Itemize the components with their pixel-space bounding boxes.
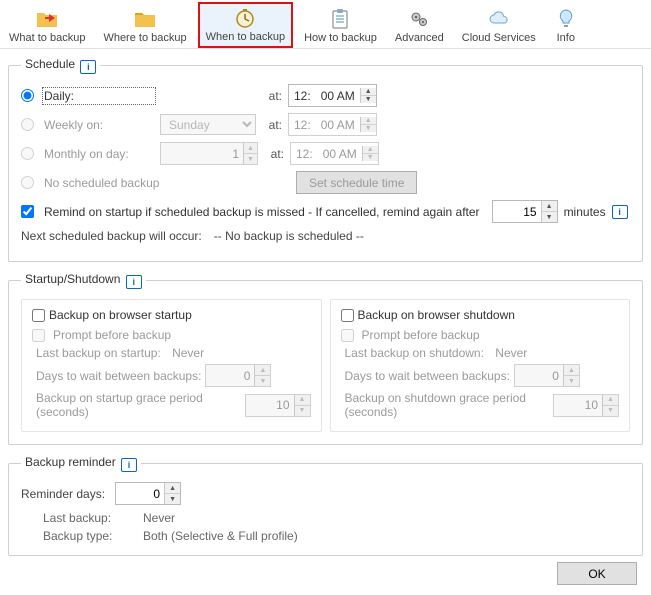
remind-checkbox[interactable] [21, 205, 34, 218]
tab-advanced[interactable]: Advanced [388, 4, 451, 48]
reminder-days-row: Reminder days: ▲▼ [21, 482, 630, 505]
tab-what-to-backup[interactable]: What to backup [2, 4, 92, 48]
reminder-last-key: Last backup: [43, 511, 143, 525]
tab-info[interactable]: Info [547, 4, 585, 48]
tab-label: Info [557, 32, 575, 44]
tab-how-to-backup[interactable]: How to backup [297, 4, 384, 48]
schedule-legend: Schedule [21, 57, 100, 74]
reminder-last-value: Never [143, 511, 630, 525]
shutdown-grace-key: Backup on shutdown grace period (seconds… [345, 391, 550, 419]
next-backup-row: Next scheduled backup will occur: -- No … [21, 229, 630, 243]
monthly-radio[interactable] [21, 147, 34, 160]
time-spinner: ▲▼ [360, 117, 376, 132]
none-radio[interactable] [21, 176, 34, 189]
reminder-days-input[interactable]: ▲▼ [115, 482, 181, 505]
schedule-daily-row: Daily: at: 12:00 AM ▲▼ [21, 84, 630, 107]
shutdown-last-value: Never [495, 346, 527, 360]
tab-where-to-backup[interactable]: Where to backup [96, 4, 193, 48]
cloud-icon [487, 7, 511, 31]
weekly-day-select[interactable]: Sunday [160, 114, 256, 135]
reminder-type-value: Both (Selective & Full profile) [143, 529, 630, 543]
schedule-weekly-row: Weekly on: Sunday at: 12:00 AM ▲▼ [21, 113, 630, 136]
tab-label: Cloud Services [462, 32, 536, 44]
minutes-label: minutes [564, 205, 606, 219]
startup-shutdown-group: Startup/Shutdown Backup on browser start… [8, 272, 643, 445]
remind-row: Remind on startup if scheduled backup is… [21, 200, 630, 223]
tab-label: What to backup [9, 32, 85, 44]
startup-pane: Backup on browser startup Prompt before … [21, 299, 322, 432]
monthly-time-input: 12:00 AM ▲▼ [290, 142, 379, 165]
tab-label: Where to backup [103, 32, 186, 44]
backup-on-startup-checkbox[interactable] [32, 309, 45, 322]
daily-time-input[interactable]: 12:00 AM ▲▼ [288, 84, 377, 107]
time-spinner[interactable]: ▲▼ [360, 88, 376, 103]
startup-prompt-label: Prompt before backup [53, 328, 171, 342]
backup-on-shutdown-checkbox[interactable] [341, 309, 354, 322]
folder-icon [133, 7, 157, 31]
schedule-none-row: No scheduled backup Set schedule time [21, 171, 630, 194]
startup-last-value: Never [172, 346, 204, 360]
next-backup-label: Next scheduled backup will occur: [21, 229, 202, 243]
shutdown-prompt-label: Prompt before backup [362, 328, 480, 342]
tab-label: Advanced [395, 32, 444, 44]
startup-prompt-checkbox [32, 329, 45, 342]
at-label: at: [262, 89, 282, 103]
clock-icon [233, 6, 257, 30]
tab-label: When to backup [206, 31, 286, 43]
schedule-group: Schedule Daily: at: 12:00 AM ▲▼ Weekly o… [8, 57, 643, 262]
none-label[interactable]: No scheduled backup [44, 176, 254, 190]
shutdown-last-key: Last backup on shutdown: [345, 346, 484, 360]
next-backup-value: -- No backup is scheduled -- [214, 229, 364, 243]
help-icon[interactable] [612, 205, 628, 219]
tab-cloud-services[interactable]: Cloud Services [455, 4, 543, 48]
shutdown-pane: Backup on browser shutdown Prompt before… [330, 299, 631, 432]
monthly-label[interactable]: Monthly on day: [44, 147, 154, 161]
help-icon[interactable] [121, 458, 137, 472]
at-label: at: [264, 147, 284, 161]
shutdown-prompt-checkbox [341, 329, 354, 342]
set-schedule-time-button[interactable]: Set schedule time [296, 171, 417, 194]
at-label: at: [262, 118, 282, 132]
remind-minutes-input[interactable]: ▲▼ [492, 200, 558, 223]
weekly-time-input: 12:00 AM ▲▼ [288, 113, 377, 136]
help-icon[interactable] [80, 60, 96, 74]
weekly-radio[interactable] [21, 118, 34, 131]
startup-grace-key: Backup on startup grace period (seconds) [36, 391, 241, 419]
schedule-monthly-row: Monthly on day: ▲▼ at: 12:00 AM ▲▼ [21, 142, 630, 165]
folder-export-icon [35, 7, 59, 31]
tab-label: How to backup [304, 32, 377, 44]
ok-button[interactable]: OK [557, 562, 637, 585]
startup-days-input: ▲▼ [205, 364, 271, 387]
shutdown-days-key: Days to wait between backups: [345, 369, 510, 383]
gears-icon [407, 7, 431, 31]
weekly-label[interactable]: Weekly on: [44, 118, 154, 132]
reminder-type-key: Backup type: [43, 529, 143, 543]
shutdown-days-input: ▲▼ [514, 364, 580, 387]
startup-shutdown-legend: Startup/Shutdown [21, 272, 146, 289]
reminder-days-key: Reminder days: [21, 487, 105, 501]
startup-grace-input: ▲▼ [245, 394, 311, 417]
daily-label[interactable]: Daily: [44, 89, 154, 103]
remind-label[interactable]: Remind on startup if scheduled backup is… [44, 205, 480, 219]
shutdown-grace-input: ▲▼ [553, 394, 619, 417]
monthly-day-input[interactable]: ▲▼ [160, 142, 258, 165]
startup-days-key: Days to wait between backups: [36, 369, 201, 383]
startup-last-key: Last backup on startup: [36, 346, 161, 360]
shutdown-title[interactable]: Backup on browser shutdown [358, 308, 515, 322]
startup-title[interactable]: Backup on browser startup [49, 308, 192, 322]
reminder-details: Last backup: Never Backup type: Both (Se… [43, 511, 630, 543]
lightbulb-icon [554, 7, 578, 31]
clipboard-icon [328, 7, 352, 31]
daily-radio[interactable] [21, 89, 34, 102]
backup-reminder-group: Backup reminder Reminder days: ▲▼ Last b… [8, 455, 643, 556]
backup-reminder-legend: Backup reminder [21, 455, 141, 472]
tab-when-to-backup[interactable]: When to backup [198, 2, 294, 48]
dialog-footer: OK [557, 562, 637, 585]
main-tabs: What to backup Where to backup When to b… [0, 0, 651, 49]
time-spinner: ▲▼ [362, 146, 378, 161]
help-icon[interactable] [126, 275, 142, 289]
